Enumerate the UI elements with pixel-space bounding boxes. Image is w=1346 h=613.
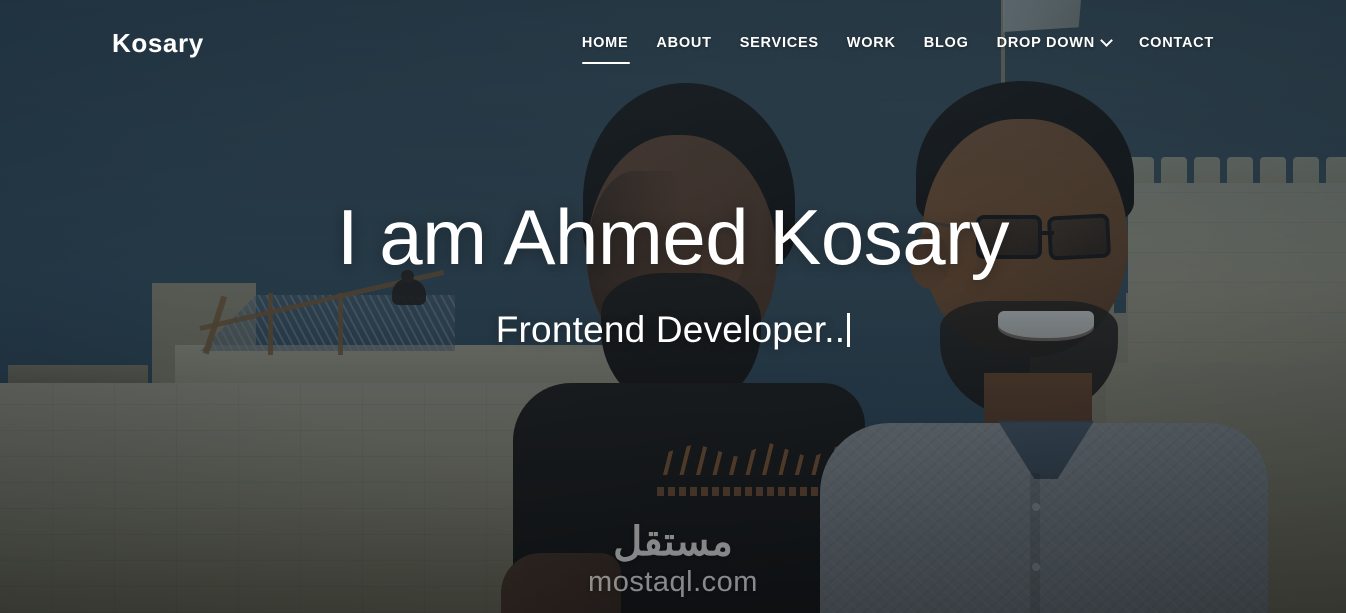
nav-item-label: SERVICES [739,35,819,51]
nav-link-blog[interactable]: BLOG [910,29,983,57]
nav-item-home[interactable]: HOME [568,29,643,64]
nav-item-about[interactable]: ABOUT [642,29,725,57]
nav-item-label: WORK [846,35,896,51]
hero-section: Kosary HOME ABOUT SERVICES WORK BLOG DROP DOW… [0,0,1346,613]
nav-item-label: DROP DOWN [996,35,1095,51]
main-navbar: Kosary HOME ABOUT SERVICES WORK BLOG DROP DOW… [0,0,1346,86]
nav-link-contact[interactable]: CONTACT [1125,29,1228,57]
nav-menu: HOME ABOUT SERVICES WORK BLOG DROP DOWN CONTAC… [568,29,1228,64]
nav-link-drop-down[interactable]: DROP DOWN [983,29,1125,57]
site-logo[interactable]: Kosary [112,28,204,59]
nav-item-services[interactable]: SERVICES [726,29,833,57]
hero-title: I am Ahmed Kosary [336,193,1010,281]
nav-active-underline [581,61,630,64]
nav-item-label: BLOG [923,35,969,51]
nav-item-contact[interactable]: CONTACT [1125,29,1228,57]
nav-item-label: HOME [581,35,629,51]
nav-item-label: CONTACT [1138,35,1214,51]
nav-link-home[interactable]: HOME [568,29,643,57]
typing-cursor [847,312,851,347]
nav-link-services[interactable]: SERVICES [726,29,833,57]
nav-link-work[interactable]: WORK [833,29,910,57]
nav-link-about[interactable]: ABOUT [642,29,725,57]
hero-copy: I am Ahmed Kosary Frontend Developer.. [0,196,1346,351]
hero-subtitle: Frontend Developer.. [0,309,1346,351]
chevron-down-icon [1100,33,1113,47]
nav-item-label: ABOUT [656,35,712,51]
nav-item-drop-down[interactable]: DROP DOWN [983,29,1125,57]
nav-item-work[interactable]: WORK [833,29,910,57]
nav-item-blog[interactable]: BLOG [910,29,983,57]
hero-subtitle-text: Frontend Developer.. [495,308,846,350]
